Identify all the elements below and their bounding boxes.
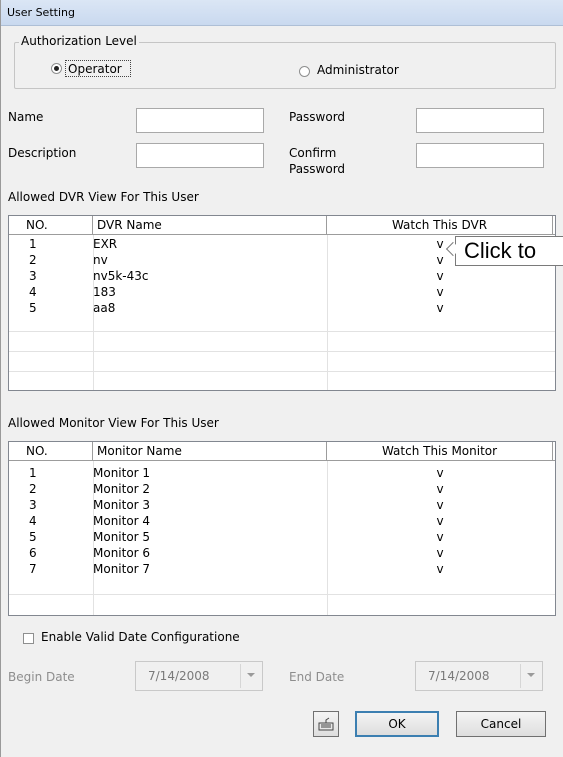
description-label: Description bbox=[8, 146, 77, 160]
authorization-legend: Authorization Level bbox=[19, 34, 139, 48]
monitor-table-header: NO. Monitor Name Watch This Monitor bbox=[9, 442, 555, 461]
table-row[interactable]: 5 aa8 v bbox=[9, 301, 555, 316]
password-input[interactable] bbox=[416, 108, 544, 133]
begin-date-label: Begin Date bbox=[8, 670, 75, 684]
monitor-row-name: Monitor 7 bbox=[93, 562, 151, 576]
monitor-row-watch[interactable]: v bbox=[327, 562, 553, 577]
confirm-password-input[interactable] bbox=[416, 143, 544, 168]
dvr-row-watch[interactable]: v bbox=[327, 269, 553, 284]
dvr-row-name: nv bbox=[93, 253, 108, 267]
monitor-row-name: Monitor 1 bbox=[93, 466, 151, 480]
ok-button[interactable]: OK bbox=[355, 711, 439, 737]
monitor-row-name: Monitor 4 bbox=[93, 514, 151, 528]
begin-date-value: 7/14/2008 bbox=[148, 669, 210, 683]
table-row[interactable]: 7 Monitor 7 v bbox=[9, 562, 555, 577]
monitor-row-name: Monitor 5 bbox=[93, 530, 151, 544]
monitor-row-name: Monitor 2 bbox=[93, 482, 151, 496]
monitor-row-name: Monitor 6 bbox=[93, 546, 151, 560]
dvr-col-no[interactable]: NO. bbox=[22, 216, 93, 235]
dvr-row-no: 5 bbox=[29, 301, 37, 315]
end-date-label: End Date bbox=[289, 670, 345, 684]
chevron-down-icon[interactable] bbox=[520, 664, 540, 688]
dvr-col-name[interactable]: DVR Name bbox=[93, 216, 327, 235]
monitor-row-no: 2 bbox=[29, 482, 37, 496]
dvr-row-watch[interactable]: v bbox=[327, 285, 553, 300]
dvr-col-watch[interactable]: Watch This DVR bbox=[327, 216, 553, 235]
dvr-row-name: 183 bbox=[93, 285, 116, 299]
monitor-row-no: 1 bbox=[29, 466, 37, 480]
monitor-row-watch[interactable]: v bbox=[327, 530, 553, 545]
monitor-table[interactable]: NO. Monitor Name Watch This Monitor 1 Mo… bbox=[8, 441, 556, 616]
administrator-radio[interactable] bbox=[299, 66, 310, 77]
monitor-row-no: 7 bbox=[29, 562, 37, 576]
begin-date-picker[interactable]: 7/14/2008 bbox=[135, 661, 263, 691]
dvr-row-name: EXR bbox=[93, 237, 118, 251]
user-setting-dialog: User Setting Authorization Level Operato… bbox=[0, 0, 563, 757]
operator-radio[interactable] bbox=[51, 63, 62, 74]
enable-date-label[interactable]: Enable Valid Date Configuratione bbox=[41, 630, 240, 644]
monitor-row-watch[interactable]: v bbox=[327, 466, 553, 481]
name-input[interactable] bbox=[136, 108, 264, 133]
monitor-row-no: 3 bbox=[29, 498, 37, 512]
monitor-col-no[interactable]: NO. bbox=[22, 442, 93, 461]
table-row[interactable]: 3 Monitor 3 v bbox=[9, 498, 555, 513]
title-bar: User Setting bbox=[1, 0, 563, 26]
window-title: User Setting bbox=[7, 6, 75, 19]
monitor-row-watch[interactable]: v bbox=[327, 498, 553, 513]
table-row[interactable]: 2 Monitor 2 v bbox=[9, 482, 555, 497]
table-row[interactable]: 3 nv5k-43c v bbox=[9, 269, 555, 284]
monitor-row-no: 6 bbox=[29, 546, 37, 560]
end-date-picker[interactable]: 7/14/2008 bbox=[415, 661, 543, 691]
confirm-label-line2: Password bbox=[289, 162, 346, 176]
monitor-row-name: Monitor 3 bbox=[93, 498, 151, 512]
chevron-down-icon[interactable] bbox=[240, 664, 260, 688]
confirm-label-line1: Confirm bbox=[289, 146, 337, 160]
monitor-row-watch[interactable]: v bbox=[327, 514, 553, 529]
dvr-row-no: 2 bbox=[29, 253, 37, 267]
keyboard-icon bbox=[318, 717, 334, 731]
cancel-button[interactable]: Cancel bbox=[456, 711, 546, 737]
end-date-value: 7/14/2008 bbox=[428, 669, 490, 683]
dvr-section-title: Allowed DVR View For This User bbox=[8, 190, 199, 204]
operator-label[interactable]: Operator bbox=[68, 62, 122, 76]
monitor-row-watch[interactable]: v bbox=[327, 482, 553, 497]
dvr-table-header: NO. DVR Name Watch This DVR bbox=[9, 216, 555, 235]
description-input[interactable] bbox=[136, 143, 264, 168]
dvr-row-no: 4 bbox=[29, 285, 37, 299]
table-row[interactable]: 4 Monitor 4 v bbox=[9, 514, 555, 529]
administrator-label[interactable]: Administrator bbox=[317, 63, 399, 77]
monitor-col-name[interactable]: Monitor Name bbox=[93, 442, 327, 461]
keyboard-button[interactable] bbox=[313, 711, 339, 737]
enable-date-checkbox[interactable] bbox=[23, 633, 34, 644]
dvr-row-name: aa8 bbox=[93, 301, 116, 315]
dvr-row-name: nv5k-43c bbox=[93, 269, 149, 283]
name-label: Name bbox=[8, 110, 44, 124]
table-row[interactable]: 4 183 v bbox=[9, 285, 555, 300]
monitor-section-title: Allowed Monitor View For This User bbox=[8, 416, 219, 430]
table-row[interactable]: 6 Monitor 6 v bbox=[9, 546, 555, 561]
monitor-row-no: 5 bbox=[29, 530, 37, 544]
dvr-row-no: 3 bbox=[29, 269, 37, 283]
dvr-row-watch[interactable]: v bbox=[327, 301, 553, 316]
monitor-col-watch[interactable]: Watch This Monitor bbox=[327, 442, 553, 461]
table-row[interactable]: 5 Monitor 5 v bbox=[9, 530, 555, 545]
table-row[interactable]: 1 Monitor 1 v bbox=[9, 466, 555, 481]
dvr-row-no: 1 bbox=[29, 237, 37, 251]
monitor-row-no: 4 bbox=[29, 514, 37, 528]
watch-tooltip: Click to bbox=[455, 236, 563, 266]
password-label: Password bbox=[289, 110, 346, 124]
monitor-row-watch[interactable]: v bbox=[327, 546, 553, 561]
